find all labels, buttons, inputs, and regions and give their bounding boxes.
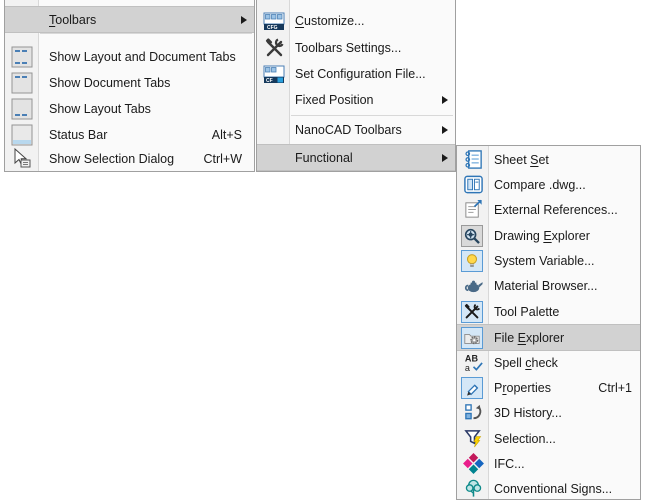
menu-item-toolbars-settings[interactable]: Toolbars Settings... xyxy=(257,35,455,61)
menu-item-label: Properties xyxy=(494,381,551,395)
submenu-arrow-icon xyxy=(442,126,448,134)
menu-item-label: Show Layout and Document Tabs xyxy=(49,50,236,64)
drawing-explorer-icon xyxy=(461,225,483,247)
menu-item-nanocad-toolbars[interactable]: NanoCAD Toolbars xyxy=(257,117,455,143)
menu-item-3d-history[interactable]: 3D History... xyxy=(457,400,640,425)
menu-item-properties[interactable]: Properties Ctrl+1 xyxy=(457,375,640,400)
submenu-arrow-icon xyxy=(442,154,448,162)
tabs-layout-icon xyxy=(10,97,34,121)
menu-item-label: System Variable... xyxy=(494,254,595,268)
menu-item-label: Material Browser... xyxy=(494,279,598,293)
external-references-icon xyxy=(461,198,485,222)
spell-check-icon: AB a xyxy=(461,351,485,375)
menu-item-conventional-signs[interactable]: Conventional Signs... xyxy=(457,476,640,501)
svg-text:a: a xyxy=(464,363,470,373)
menu-item-label: Tool Palette xyxy=(494,305,559,319)
menu-item-label: Toolbars xyxy=(49,13,96,27)
menu-item-label: Set Configuration File... xyxy=(295,67,426,81)
menu-item-show-selection-dialog[interactable]: Show Selection Dialog Ctrl+W xyxy=(5,146,254,171)
menu-item-material-browser[interactable]: Material Browser... xyxy=(457,273,640,298)
toolbars-settings-icon xyxy=(262,36,286,60)
menu-item-customize[interactable]: CFG Customize... xyxy=(257,8,455,34)
menu-item-label: Sheet Set xyxy=(494,153,549,167)
toolbars-submenu: CFG Customize... Toolbars Settings... xyxy=(256,0,456,172)
menu-item-fixed-position[interactable]: Fixed Position xyxy=(257,87,455,113)
sheet-set-icon xyxy=(461,148,485,172)
menu-item-spell-check[interactable]: AB a Spell check xyxy=(457,350,640,375)
menu-item-label: Toolbars Settings... xyxy=(295,41,401,55)
menu-item-label: Conventional Signs... xyxy=(494,482,612,496)
set-configuration-file-icon: CF xyxy=(262,62,286,86)
menu-item-label: Functional xyxy=(295,151,353,165)
properties-icon xyxy=(461,377,483,399)
3d-history-icon xyxy=(461,401,485,425)
menu-item-label: Drawing Explorer xyxy=(494,229,590,243)
menu-item-show-layout-and-document-tabs[interactable]: Show Layout and Document Tabs xyxy=(5,44,254,70)
menu-item-label: Selection... xyxy=(494,432,556,446)
selection-dialog-icon xyxy=(10,147,34,171)
menu-item-toolbars[interactable]: Toolbars xyxy=(5,6,254,33)
menu-item-label: Fixed Position xyxy=(295,93,374,107)
menu-item-set-configuration-file[interactable]: CF Set Configuration File... xyxy=(257,61,455,87)
menu-item-file-explorer[interactable]: File Explorer xyxy=(457,324,640,351)
svg-text:CF: CF xyxy=(266,78,273,84)
menu-item-shortcut: Ctrl+W xyxy=(203,152,242,166)
svg-text:CFG: CFG xyxy=(267,25,278,31)
file-explorer-icon xyxy=(461,327,483,349)
menu-item-drawing-explorer[interactable]: Drawing Explorer xyxy=(457,223,640,248)
system-variable-icon xyxy=(461,250,483,272)
menu-item-compare-dwg[interactable]: Compare .dwg... xyxy=(457,172,640,197)
menu-item-show-document-tabs[interactable]: Show Document Tabs xyxy=(5,70,254,96)
ifc-icon xyxy=(461,452,485,476)
submenu-arrow-icon xyxy=(241,16,247,24)
menu-item-label: Compare .dwg... xyxy=(494,178,586,192)
menu-item-system-variable[interactable]: System Variable... xyxy=(457,248,640,273)
selection-filter-icon xyxy=(461,427,485,451)
menu-item-label: Show Document Tabs xyxy=(49,76,170,90)
menu-item-ifc[interactable]: IFC... xyxy=(457,451,640,476)
menu-item-label: File Explorer xyxy=(494,331,564,345)
material-browser-icon xyxy=(461,274,485,298)
menu-item-external-references[interactable]: External References... xyxy=(457,197,640,222)
menu-item-label: Show Selection Dialog xyxy=(49,152,174,166)
menu-item-shortcut: Ctrl+1 xyxy=(598,381,632,395)
menu-item-label: IFC... xyxy=(494,457,525,471)
svg-text:AB: AB xyxy=(464,354,478,364)
conventional-signs-icon xyxy=(461,477,485,501)
customize-icon: CFG xyxy=(262,9,286,33)
menu-item-label: Customize... xyxy=(295,14,364,28)
menu-item-functional[interactable]: Functional xyxy=(257,144,455,171)
menu-separator xyxy=(291,115,453,116)
menu-item-sheet-set[interactable]: Sheet Set xyxy=(457,147,640,172)
compare-dwg-icon xyxy=(461,173,485,197)
tabs-document-icon xyxy=(10,71,34,95)
menu-item-label: 3D History... xyxy=(494,406,562,420)
menu-item-selection[interactable]: Selection... xyxy=(457,426,640,451)
menu-item-label: Status Bar xyxy=(49,128,107,142)
menu-item-shortcut: Alt+S xyxy=(212,128,242,142)
menu-separator xyxy=(40,33,252,34)
tabs-layout-document-icon xyxy=(10,45,34,69)
menu-item-label: Show Layout Tabs xyxy=(49,102,151,116)
tool-palette-icon xyxy=(461,301,483,323)
menu-item-status-bar[interactable]: Status Bar Alt+S xyxy=(5,122,254,148)
menu-item-label: NanoCAD Toolbars xyxy=(295,123,402,137)
menu-item-tool-palette[interactable]: Tool Palette xyxy=(457,299,640,324)
menu-item-label: Spell check xyxy=(494,356,558,370)
menu-item-show-layout-tabs[interactable]: Show Layout Tabs xyxy=(5,96,254,122)
menu-item-label: External References... xyxy=(494,203,618,217)
view-options-menu: Toolbars Show Layout and Document Tabs S… xyxy=(4,0,255,172)
status-bar-icon xyxy=(10,123,34,147)
functional-submenu: Sheet Set Compare .dwg... External Refer xyxy=(456,145,641,500)
submenu-arrow-icon xyxy=(442,96,448,104)
